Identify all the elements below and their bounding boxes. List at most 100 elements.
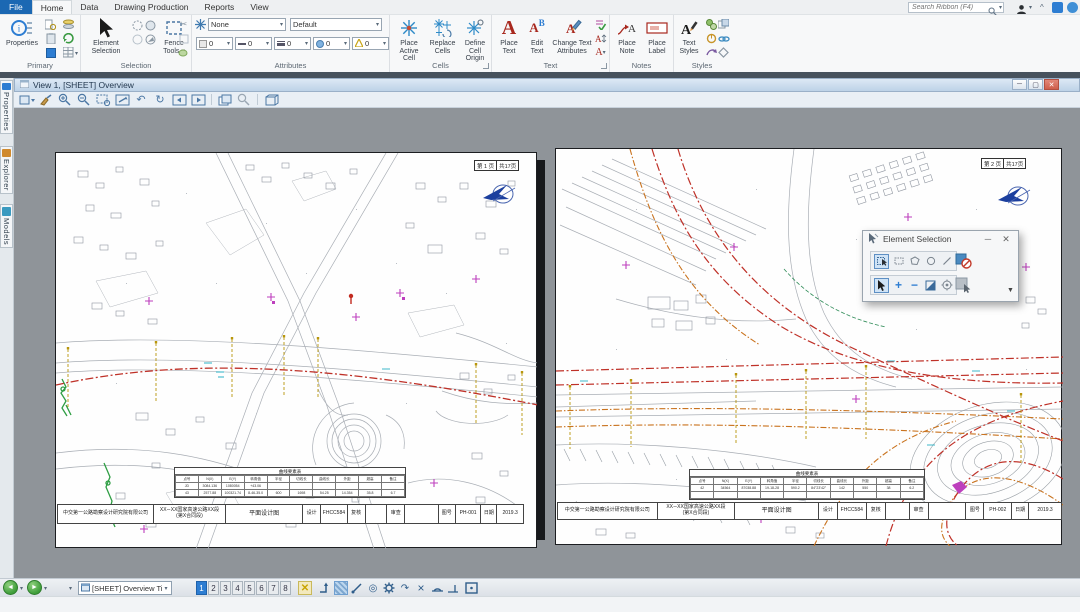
view-toggle-4[interactable]: 4 xyxy=(232,581,243,595)
rotate-snap-icon[interactable]: ↷ xyxy=(398,581,412,595)
view-toggle-2[interactable]: 2 xyxy=(208,581,219,595)
view-toggle-6[interactable]: 6 xyxy=(256,581,267,595)
element-info-icon[interactable] xyxy=(44,18,57,31)
active-color-icon[interactable] xyxy=(44,46,57,59)
method-block-button[interactable] xyxy=(892,254,905,268)
method-individual-button[interactable] xyxy=(874,254,889,269)
back-button[interactable]: ◄ xyxy=(3,580,18,595)
accusnap-toggle[interactable] xyxy=(334,581,348,595)
mode-add-button[interactable]: + xyxy=(892,278,905,292)
clip-volume-icon[interactable] xyxy=(263,93,279,106)
text-case-icon[interactable]: A xyxy=(594,32,607,45)
tab-reports[interactable]: Reports xyxy=(197,0,243,14)
help-icon[interactable] xyxy=(1067,2,1078,13)
active-template-combo[interactable]: None▾ xyxy=(208,18,286,31)
intersection-snap-icon[interactable]: × xyxy=(414,581,428,595)
properties-button[interactable]: i Properties xyxy=(4,17,40,48)
view-next-icon[interactable] xyxy=(190,93,206,106)
back-caret[interactable]: ▾ xyxy=(20,585,23,592)
apply-style-icon[interactable] xyxy=(717,46,730,59)
mode-subtract-button[interactable]: − xyxy=(908,278,921,292)
rotate-view-cw-icon[interactable]: ↻ xyxy=(152,93,168,106)
line-weight-combo[interactable]: 0▾ xyxy=(274,37,311,50)
tab-drawing-production[interactable]: Drawing Production xyxy=(106,0,196,14)
text-styles-button[interactable]: A Text Styles xyxy=(676,17,702,55)
sheet-selector-combo[interactable]: [SHEET] Overview Ti ▾ xyxy=(78,581,172,595)
perpendicular-snap-icon[interactable] xyxy=(446,581,460,595)
tab-home[interactable]: Home xyxy=(32,0,73,14)
method-line-button[interactable] xyxy=(940,254,953,268)
priority-combo[interactable]: 0▾ xyxy=(352,37,389,50)
dialog-minimize-button[interactable]: ─ xyxy=(981,234,995,244)
view-minimize-button[interactable]: ─ xyxy=(1012,79,1027,90)
level-display-icon[interactable] xyxy=(62,18,75,31)
view-close-button[interactable]: ✕ xyxy=(1044,79,1059,90)
drop-cap-icon[interactable]: A▾ xyxy=(594,46,607,59)
refresh-levels-icon[interactable] xyxy=(62,32,75,45)
view-toggle-5[interactable]: 5 xyxy=(244,581,255,595)
change-text-attributes-button[interactable]: A Change Text Attributes xyxy=(552,17,592,55)
view-toggle-7[interactable]: 7 xyxy=(268,581,279,595)
collapse-ribbon-icon[interactable]: ^ xyxy=(1040,3,1044,12)
element-selection-button[interactable]: Element Selection xyxy=(83,17,129,55)
forward-caret[interactable]: ▾ xyxy=(44,585,47,592)
zoom-in-icon[interactable] xyxy=(57,93,73,106)
tab-file[interactable]: File xyxy=(0,0,32,14)
view-maximize-button[interactable]: ▢ xyxy=(1028,79,1043,90)
dialog-close-button[interactable]: ✕ xyxy=(999,234,1013,245)
dialog-expand-caret[interactable]: ▼ xyxy=(1007,287,1014,294)
new-selection-disabled-icon[interactable] xyxy=(955,253,972,269)
forward-button[interactable]: ► xyxy=(27,580,42,595)
select-by-circle-icon[interactable] xyxy=(131,19,144,32)
keypoint-snap-icon[interactable]: ◎ xyxy=(366,581,380,595)
center-snap-icon[interactable] xyxy=(464,581,478,595)
active-color-combo[interactable]: 0▾ xyxy=(196,37,233,50)
element-selection-dialog[interactable]: Element Selection ─ ✕ + − ▼ xyxy=(862,230,1019,302)
element-styles-icon[interactable] xyxy=(717,18,730,31)
place-label-button[interactable]: Place Label xyxy=(643,17,671,55)
dialog-title-bar[interactable]: Element Selection ─ ✕ xyxy=(863,231,1018,247)
copy-view-icon[interactable] xyxy=(217,93,233,106)
window-area-icon[interactable] xyxy=(95,93,111,106)
select-by-shape-icon[interactable] xyxy=(144,19,157,32)
place-text-button[interactable]: A Place Text xyxy=(496,17,522,55)
rotate-view-icon[interactable]: ↶ xyxy=(133,93,149,106)
edit-text-button[interactable]: AB Edit Text xyxy=(524,17,550,55)
select-all-icon[interactable] xyxy=(955,277,972,293)
link-styles-icon[interactable] xyxy=(717,32,730,45)
tangent-snap-icon[interactable] xyxy=(430,581,444,595)
place-note-button[interactable]: A Place Note xyxy=(613,17,641,55)
mode-new-button[interactable] xyxy=(874,278,889,293)
view-toggle-3[interactable]: 3 xyxy=(220,581,231,595)
mode-invert-button[interactable] xyxy=(924,278,937,292)
view-previous-icon[interactable] xyxy=(171,93,187,106)
history-caret[interactable]: ▾ xyxy=(69,585,72,592)
tab-data[interactable]: Data xyxy=(72,0,106,14)
line-style-combo[interactable]: 0▾ xyxy=(235,37,272,50)
element-template-icon[interactable] xyxy=(194,18,207,31)
level-manager-caret[interactable]: ▾ xyxy=(75,50,78,57)
view-toggle-1[interactable]: 1 xyxy=(196,581,207,595)
tab-view[interactable]: View xyxy=(242,0,276,14)
fence-clip-icon[interactable] xyxy=(177,32,190,45)
place-active-cell-button[interactable]: Place Active Cell xyxy=(394,17,424,63)
view-search-icon[interactable] xyxy=(236,93,252,106)
fence-mode-icon[interactable] xyxy=(177,46,190,59)
snap-mode-icon[interactable] xyxy=(318,581,332,595)
search-dropdown-caret[interactable]: ▾ xyxy=(999,4,1002,11)
view-title-bar[interactable]: View 1, [SHEET] Overview xyxy=(14,78,1080,92)
mode-clear-button[interactable] xyxy=(940,278,953,292)
view-toggle-8[interactable]: 8 xyxy=(280,581,291,595)
zoom-out-icon[interactable] xyxy=(76,93,92,106)
level-manager-icon[interactable] xyxy=(62,46,75,59)
user-dropdown-caret[interactable]: ▾ xyxy=(1029,4,1032,11)
sidebar-tab-models[interactable]: Models xyxy=(0,204,13,248)
method-circle-button[interactable] xyxy=(924,254,937,268)
active-level-combo[interactable]: Default▾ xyxy=(290,18,382,31)
cut-icon[interactable]: ✂ xyxy=(177,18,190,31)
select-previous-icon[interactable] xyxy=(144,33,157,46)
sidebar-tab-properties[interactable]: Properties xyxy=(0,80,13,134)
select-by-line-icon[interactable] xyxy=(131,33,144,46)
define-cell-origin-button[interactable]: Define Cell Origin xyxy=(460,17,490,63)
replace-cells-button[interactable]: Replace Cells xyxy=(427,17,458,55)
